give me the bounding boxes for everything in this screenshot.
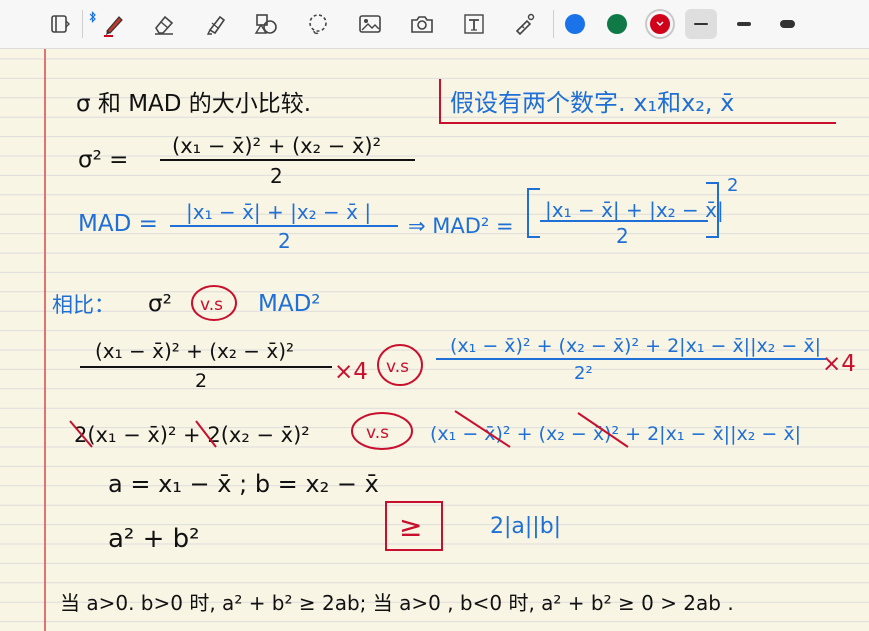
thickness-medium-button[interactable] <box>728 9 760 39</box>
vs-label: v.s <box>386 357 409 377</box>
mad-squared-lhs: ⇒ MAD² = <box>408 214 514 238</box>
row1-left-denominator: 2 <box>195 370 207 392</box>
laser-pointer-icon[interactable] <box>508 8 540 40</box>
mad-squared-numerator: |x₁ − x̄| + |x₂ − x̄| <box>545 198 724 222</box>
compare-label: 相比： <box>52 293 115 317</box>
mad-lhs: MAD = <box>78 211 158 237</box>
lasso-icon[interactable] <box>302 8 334 40</box>
thickness-thin-button[interactable] <box>685 9 717 39</box>
selected-color-dot <box>650 14 670 34</box>
pen-icon[interactable] <box>98 8 130 40</box>
row2-left: 2(x₁ − x̄)² + 2(x₂ − x̄)² <box>74 423 310 447</box>
toolbar <box>0 0 869 49</box>
title-text: σ 和 MAD 的大小比较. <box>76 91 311 117</box>
row1-right-denominator: 2² <box>574 363 593 384</box>
vs-label: v.s <box>366 423 389 443</box>
color-swatch-blue[interactable] <box>565 14 585 34</box>
bluetooth-icon <box>88 8 98 23</box>
compare-sigma: σ² <box>148 291 172 317</box>
sum-of-squares: a² + b² <box>108 524 200 554</box>
vs-label: v.s <box>200 295 223 315</box>
row2-right: (x₁ − x̄)² + (x₂ − x̄)² + 2|x₁ − x̄||x₂ … <box>430 423 801 445</box>
color-swatch-red-selected[interactable] <box>645 9 675 39</box>
left-bracket <box>527 188 540 238</box>
row1-left-numerator: (x₁ − x̄)² + (x₂ − x̄)² <box>95 339 294 363</box>
row1-times4-left: ×4 <box>334 359 368 385</box>
compare-mad: MAD² <box>258 291 321 317</box>
geq-symbol: ≥ <box>399 510 422 543</box>
thickness-thick-button[interactable] <box>771 9 803 39</box>
mad-numerator: |x₁ − x̄| + |x₂ − x̄ | <box>186 200 371 224</box>
variance-numerator: (x₁ − x̄)² + (x₂ − x̄)² <box>172 134 381 158</box>
chevron-down-icon <box>656 21 664 26</box>
row1-times4-right: ×4 <box>822 351 856 377</box>
pages-icon[interactable] <box>44 8 76 40</box>
highlighter-icon[interactable] <box>200 8 232 40</box>
define-ab: a = x₁ − x̄ ; b = x₂ − x̄ <box>108 470 379 498</box>
conclusion-text: 当 a>0. b>0 时, a² + b² ≥ 2ab; 当 a>0 , b<0… <box>60 591 734 615</box>
color-swatch-green[interactable] <box>607 14 627 34</box>
shapes-icon[interactable] <box>250 8 282 40</box>
toolbar-divider <box>553 10 554 38</box>
assumption-text: 假设有两个数字. x₁和x₂, x̄ <box>450 89 734 117</box>
assumption-box: 假设有两个数字. x₁和x₂, x̄ <box>439 79 836 124</box>
note-canvas[interactable]: σ 和 MAD 的大小比较. 假设有两个数字. x₁和x₂, x̄ σ² = (… <box>0 49 869 631</box>
text-icon[interactable] <box>458 8 490 40</box>
eraser-icon[interactable] <box>148 8 180 40</box>
variance-denominator: 2 <box>270 164 283 188</box>
row1-right-numerator: (x₁ − x̄)² + (x₂ − x̄)² + 2|x₁ − x̄||x₂ … <box>450 335 821 357</box>
mad-denominator: 2 <box>278 229 291 253</box>
camera-icon[interactable] <box>406 8 438 40</box>
variance-lhs: σ² = <box>78 147 128 173</box>
mad-squared-exponent: 2 <box>727 175 738 196</box>
toolbar-divider <box>82 10 83 38</box>
image-icon[interactable] <box>354 8 386 40</box>
two-ab: 2|a||b| <box>490 514 561 539</box>
mad-squared-denominator: 2 <box>616 224 629 248</box>
